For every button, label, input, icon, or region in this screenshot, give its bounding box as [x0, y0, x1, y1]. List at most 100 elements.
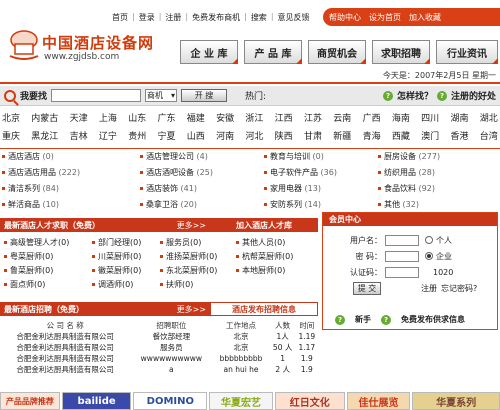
category-name[interactable]: 厨房设备: [384, 152, 416, 161]
job-name[interactable]: 东北菜厨师: [166, 266, 206, 275]
help-link[interactable]: 帮助中心: [329, 12, 361, 23]
category-item[interactable]: 厨房设备 (277): [378, 149, 498, 165]
table-row[interactable]: 合肥金利达厨具制造有限公司 wwwwwwwwww bbbbbbbbb 1 1.9: [0, 353, 318, 364]
region-link[interactable]: 山西: [187, 128, 205, 146]
add-favorite-link[interactable]: 加入收藏: [409, 12, 441, 23]
region-link[interactable]: 云南: [333, 110, 351, 128]
region-link[interactable]: 安徽: [216, 110, 234, 128]
category-item[interactable]: 教育与培训 (0): [264, 149, 378, 165]
category-name[interactable]: 其他: [384, 200, 400, 209]
category-name[interactable]: 酒店酒吧设备: [146, 168, 194, 177]
job-name[interactable]: 面点师: [10, 280, 34, 289]
category-name[interactable]: 纺织用品: [384, 168, 416, 177]
ad-hongri[interactable]: 红日文化: [274, 392, 345, 410]
region-link[interactable]: 湖南: [450, 110, 468, 128]
ad-huaxia-series[interactable]: 华夏系列: [412, 392, 500, 410]
ad-jiashi[interactable]: 佳仕展览: [346, 392, 411, 410]
radio-personal[interactable]: [425, 236, 433, 244]
job-name[interactable]: 调酒师: [98, 280, 122, 289]
post-job-link[interactable]: 酒店发布招聘信息: [210, 302, 318, 316]
nav-trade[interactable]: 商贸机会: [308, 40, 366, 64]
ad-huaxia[interactable]: 华夏宏艺: [209, 392, 273, 410]
job-name[interactable]: 粤菜厨师: [10, 252, 42, 261]
region-link[interactable]: 河南: [216, 128, 234, 146]
table-cell[interactable]: 合肥金利达厨具制造有限公司: [0, 342, 130, 353]
region-link[interactable]: 天津: [70, 110, 88, 128]
nav-enterprise[interactable]: 企 业 库: [180, 40, 238, 64]
region-link[interactable]: 上海: [99, 110, 117, 128]
job-category-item[interactable]: 面点师(0): [4, 278, 92, 292]
search-button[interactable]: 开 搜: [181, 89, 228, 102]
region-link[interactable]: 福建: [187, 110, 205, 128]
username-input[interactable]: [385, 234, 419, 246]
table-row[interactable]: 合肥金利达厨具制造有限公司 a an hui he 2 人 1.9: [0, 364, 318, 375]
job-name[interactable]: 杭帮菜厨师: [242, 252, 282, 261]
category-item[interactable]: 家用电器 (13): [264, 181, 378, 197]
category-name[interactable]: 电子软件产品: [270, 168, 318, 177]
job-name[interactable]: 服务员: [166, 238, 190, 247]
job-category-item[interactable]: 川菜厨师(0): [92, 250, 160, 264]
category-name[interactable]: 酒店酒店用品: [8, 168, 56, 177]
category-item[interactable]: 鲜活商品 (10): [2, 197, 140, 213]
nav-jobs[interactable]: 求职招聘: [372, 40, 430, 64]
category-item[interactable]: 酒店装饰 (41): [140, 181, 264, 197]
job-category-item[interactable]: 其他人员(0): [236, 236, 316, 250]
region-link[interactable]: 浙江: [245, 110, 263, 128]
nav-news[interactable]: 行业资讯: [436, 40, 498, 64]
submit-button[interactable]: 提 交: [353, 281, 381, 295]
region-link[interactable]: 黑龙江: [31, 128, 58, 146]
region-link[interactable]: 宁夏: [157, 128, 175, 146]
join-talent-pool-link[interactable]: 加入酒店人才库: [210, 218, 318, 232]
category-item[interactable]: 清洁系列 (84): [2, 181, 140, 197]
category-item[interactable]: 电子软件产品 (36): [264, 165, 378, 181]
topnav-search[interactable]: 搜索: [251, 12, 267, 24]
table-cell[interactable]: 合肥金利达厨具制造有限公司: [0, 364, 130, 375]
category-name[interactable]: 家用电器: [270, 184, 302, 193]
job-name[interactable]: 徽菜厨师: [98, 266, 130, 275]
topnav-login[interactable]: 登录: [139, 12, 155, 24]
region-link[interactable]: 广东: [157, 110, 175, 128]
job-seekers-more[interactable]: 更多>>: [177, 220, 206, 231]
register-benefits-link[interactable]: 注册的好处: [451, 89, 496, 102]
recruitment-more[interactable]: 更多>>: [177, 304, 206, 315]
category-item[interactable]: 其他 (32): [378, 197, 498, 213]
newbie-link[interactable]: 新手: [355, 314, 371, 325]
region-link[interactable]: 西藏: [392, 128, 410, 146]
category-item[interactable]: 桑拿卫浴 (20): [140, 197, 264, 213]
job-name[interactable]: 本地厨师: [242, 266, 274, 275]
category-item[interactable]: 纺织用品 (28): [378, 165, 498, 181]
region-link[interactable]: 青海: [363, 128, 381, 146]
category-item[interactable]: 酒店酒店用品 (222): [2, 165, 140, 181]
captcha-input[interactable]: [385, 266, 419, 278]
job-name[interactable]: 其他人员: [242, 238, 274, 247]
region-link[interactable]: 甘肃: [304, 128, 322, 146]
region-link[interactable]: 内蒙古: [31, 110, 58, 128]
table-cell[interactable]: 合肥金利达厨具制造有限公司: [0, 353, 130, 364]
region-link[interactable]: 台湾: [480, 128, 498, 146]
region-link[interactable]: 江苏: [304, 110, 322, 128]
topnav-feedback[interactable]: 意见反馈: [278, 12, 310, 24]
category-item[interactable]: 安防系列 (14): [264, 197, 378, 213]
radio-enterprise[interactable]: [425, 252, 433, 260]
free-post-link[interactable]: 免费发布供求信息: [401, 314, 465, 325]
job-category-item[interactable]: 杭帮菜厨师(0): [236, 250, 316, 264]
region-link[interactable]: 吉林: [70, 128, 88, 146]
job-name[interactable]: 部门经理: [98, 238, 130, 247]
ad-domino[interactable]: DOMINO: [133, 392, 208, 410]
region-link[interactable]: 湖北: [480, 110, 498, 128]
category-name[interactable]: 食品饮料: [384, 184, 416, 193]
category-item[interactable]: 食品饮料 (92): [378, 181, 498, 197]
region-link[interactable]: 北京: [2, 110, 20, 128]
category-name[interactable]: 酒店管理公司: [146, 152, 194, 161]
job-category-item[interactable]: 部门经理(0): [92, 236, 160, 250]
category-item[interactable]: 酒店酒店 (0): [2, 149, 140, 165]
forgot-password-link[interactable]: 忘记密码?: [441, 283, 477, 294]
region-link[interactable]: 海南: [392, 110, 410, 128]
set-homepage-link[interactable]: 设为首页: [369, 12, 401, 23]
job-name[interactable]: 川菜厨师: [98, 252, 130, 261]
job-category-item[interactable]: 高级管理人才(0): [4, 236, 92, 250]
region-link[interactable]: 河北: [245, 128, 263, 146]
job-category-item[interactable]: 鲁菜厨师(0): [4, 264, 92, 278]
job-name[interactable]: 鲁菜厨师: [10, 266, 42, 275]
register-link[interactable]: 注册: [421, 283, 437, 294]
